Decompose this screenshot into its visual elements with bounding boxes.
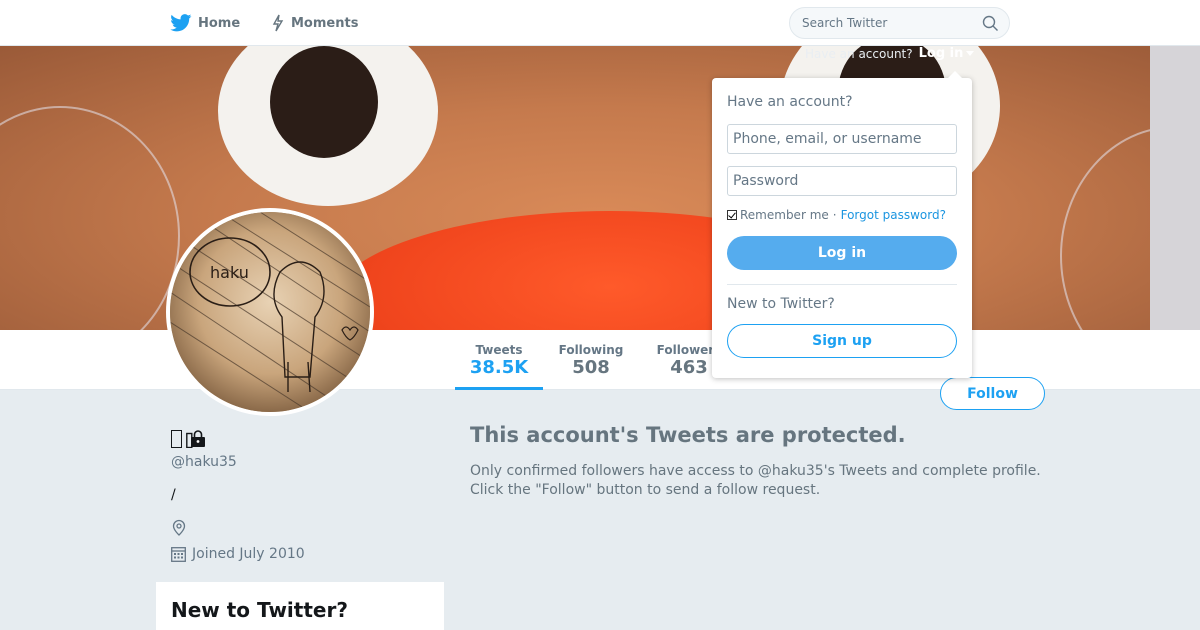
username-input[interactable] — [727, 124, 957, 154]
calendar-icon — [171, 547, 186, 562]
banner-bubble-left — [0, 106, 180, 330]
stat-following-label: Following — [558, 343, 624, 357]
profile-name — [171, 430, 206, 448]
nav-home[interactable]: Home — [170, 0, 240, 46]
nav-moments[interactable]: Moments — [271, 0, 358, 46]
search-box — [789, 7, 1010, 39]
forgot-password-link[interactable]: Forgot password? — [841, 208, 946, 222]
profile-handle[interactable]: @haku35 — [171, 454, 237, 470]
remember-separator: · — [832, 208, 837, 222]
avatar-text: haku — [210, 263, 249, 282]
dropdown-new-heading: New to Twitter? — [727, 296, 835, 312]
dropdown-divider — [727, 284, 957, 285]
name-placeholder-glyph — [171, 430, 182, 448]
nav-moments-label: Moments — [291, 15, 359, 31]
protected-title: This account's Tweets are protected. — [470, 423, 906, 447]
search-icon[interactable] — [982, 15, 999, 32]
moments-icon — [272, 14, 284, 32]
search-input[interactable] — [802, 8, 972, 38]
new-to-twitter-card: New to Twitter? — [156, 582, 444, 630]
stat-tweets-value: 38.5K — [469, 357, 529, 378]
profile-bio: / — [171, 487, 176, 503]
nav-home-label: Home — [198, 15, 241, 31]
stat-tweets[interactable]: Tweets 38.5K — [455, 330, 543, 390]
stat-tweets-label: Tweets — [475, 343, 523, 357]
follow-button[interactable]: Follow — [940, 377, 1045, 410]
twitter-bird-icon — [170, 14, 192, 32]
banner-left-pupil — [270, 46, 378, 158]
new-to-twitter-heading: New to Twitter? — [171, 598, 348, 622]
signup-button[interactable]: Sign up — [727, 324, 957, 358]
stat-following-value: 508 — [572, 357, 610, 378]
stat-following[interactable]: Following 508 — [549, 330, 633, 390]
remember-row: Remember me · Forgot password? — [727, 208, 946, 222]
login-prompt-bar: Have an account? Log in — [805, 46, 975, 61]
lock-icon — [186, 430, 205, 448]
remember-checkbox[interactable] — [727, 210, 737, 220]
remember-label: Remember me — [740, 208, 829, 222]
banner-right-edge — [1150, 46, 1200, 330]
login-button[interactable]: Log in — [727, 236, 957, 270]
caret-down-icon[interactable] — [966, 51, 975, 56]
location-icon — [172, 519, 186, 536]
dropdown-heading: Have an account? — [727, 94, 853, 110]
login-dropdown-toggle[interactable]: Log in — [919, 46, 964, 61]
avatar[interactable]: haku — [166, 208, 374, 416]
password-input[interactable] — [727, 166, 957, 196]
login-prompt-text: Have an account? — [805, 46, 913, 61]
dropdown-arrow — [948, 71, 962, 78]
protected-description: Only confirmed followers have access to … — [470, 463, 1041, 498]
profile-joined: Joined July 2010 — [171, 546, 305, 562]
joined-text: Joined July 2010 — [192, 546, 305, 562]
avatar-drawing: haku — [170, 212, 370, 412]
login-dropdown: Have an account? Remember me · Forgot pa… — [712, 71, 972, 378]
top-navigation: Home Moments — [0, 0, 1200, 46]
